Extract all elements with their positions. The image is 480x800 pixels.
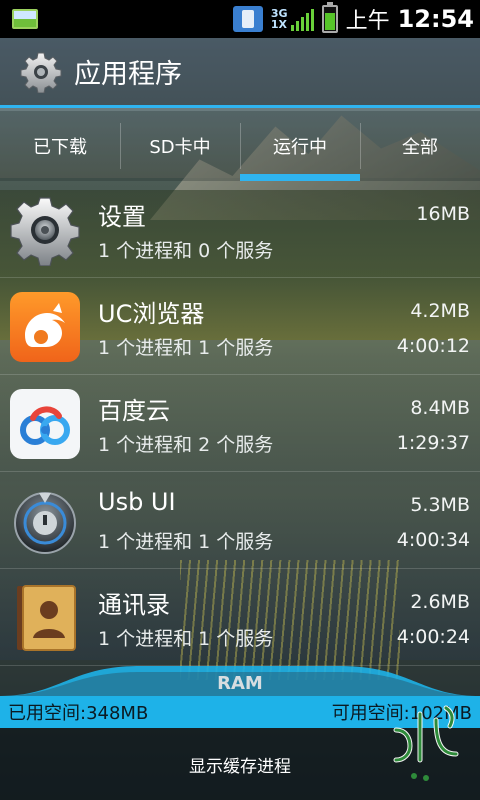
app-run-time: 1:29:37 bbox=[396, 432, 470, 454]
settings-gear-icon bbox=[20, 52, 62, 93]
tab-running[interactable]: 运行中 bbox=[240, 111, 360, 181]
tab-all-label: 全部 bbox=[402, 137, 438, 158]
network-1x-label: 1X bbox=[270, 18, 288, 31]
app-name: 百度云 bbox=[98, 397, 170, 425]
battery-icon bbox=[321, 2, 338, 33]
app-title-bar: 应用程序 bbox=[0, 38, 480, 108]
tab-sd-card[interactable]: SD卡中 bbox=[120, 111, 240, 181]
app-process-info: 1 个进程和 1 个服务 bbox=[98, 531, 274, 553]
clock-time: 12:54 bbox=[397, 5, 474, 33]
network-type-indicator: 3G 1X bbox=[271, 7, 314, 31]
tab-running-label: 运行中 bbox=[273, 137, 327, 158]
tab-downloaded[interactable]: 已下载 bbox=[0, 111, 120, 181]
app-process-info: 1 个进程和 2 个服务 bbox=[98, 434, 274, 456]
signal-strength-icon bbox=[290, 7, 314, 31]
network-type-labels: 3G 1X bbox=[271, 8, 288, 30]
notification-image-icon bbox=[12, 9, 38, 29]
app-run-time: 4:00:34 bbox=[396, 529, 470, 551]
app-name: UC浏览器 bbox=[98, 300, 205, 328]
status-bar-right: 3G 1X 上午 12:54 bbox=[232, 0, 474, 38]
app-memory-size: 4.2MB bbox=[410, 300, 470, 322]
app-memory-size: 8.4MB bbox=[410, 397, 470, 419]
watermark-logo bbox=[393, 705, 459, 781]
app-memory-size: 5.3MB bbox=[410, 494, 470, 516]
app-name: 通讯录 bbox=[98, 591, 170, 619]
app-process-info: 1 个进程和 1 个服务 bbox=[98, 337, 274, 359]
uc-browser-icon bbox=[10, 292, 80, 362]
clock-ampm: 上午 bbox=[345, 9, 390, 34]
ram-used-text: 已用空间:348MB bbox=[8, 703, 149, 724]
usb-ui-icon bbox=[14, 492, 76, 554]
list-item[interactable]: 百度云 1 个进程和 2 个服务 8.4MB 1:29:37 bbox=[0, 375, 480, 472]
show-cached-processes-button[interactable]: 显示缓存进程 bbox=[177, 744, 303, 785]
list-item[interactable]: 通讯录 1 个进程和 1 个服务 2.6MB 4:00:24 bbox=[0, 569, 480, 666]
tab-sd-card-label: SD卡中 bbox=[149, 137, 211, 158]
list-item[interactable]: 设置 1 个进程和 0 个服务 16MB bbox=[0, 181, 480, 278]
app-name: 设置 bbox=[98, 203, 146, 231]
page-title: 应用程序 bbox=[74, 59, 182, 90]
app-run-time: 4:00:12 bbox=[396, 335, 470, 357]
app-memory-size: 16MB bbox=[416, 203, 470, 225]
tab-all[interactable]: 全部 bbox=[360, 111, 480, 181]
baidu-cloud-icon bbox=[10, 389, 80, 459]
running-apps-list: 设置 1 个进程和 0 个服务 16MB UC浏览器 1 个进程和 1 个服务 … bbox=[0, 181, 480, 666]
app-process-info: 1 个进程和 0 个服务 bbox=[98, 240, 274, 262]
contacts-book-icon bbox=[17, 585, 76, 651]
status-bar[interactable]: 3G 1X 上午 12:54 bbox=[0, 0, 480, 38]
vibrate-mode-icon bbox=[232, 6, 263, 32]
app-process-info: 1 个进程和 1 个服务 bbox=[98, 628, 274, 650]
tab-downloaded-label: 已下载 bbox=[33, 137, 87, 158]
tab-bar: 已下载 SD卡中 运行中 全部 bbox=[0, 111, 480, 181]
app-name: Usb UI bbox=[98, 488, 176, 516]
settings-gear-icon bbox=[10, 197, 80, 266]
list-item[interactable]: Usb UI 1 个进程和 1 个服务 5.3MB 4:00:34 bbox=[0, 472, 480, 569]
app-run-time: 4:00:24 bbox=[396, 626, 470, 648]
app-memory-size: 2.6MB bbox=[410, 591, 470, 613]
list-item[interactable]: UC浏览器 1 个进程和 1 个服务 4.2MB 4:00:12 bbox=[0, 278, 480, 375]
